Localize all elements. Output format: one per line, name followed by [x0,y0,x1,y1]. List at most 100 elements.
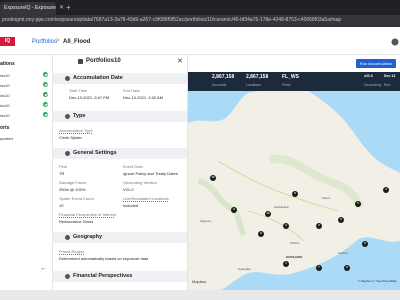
financial-perspective-value: Reinsurance Gross [59,219,94,224]
peril-value: TR [59,171,65,176]
map-pin[interactable]: 9 [258,231,264,237]
stat-label: Perils [282,83,291,87]
damage-factor-label: Damage Factor [59,180,87,185]
detail-header: Portfolios10 ✕ [53,55,187,69]
stat-value: v21.0 [364,74,373,78]
section-general-settings[interactable]: General Settings [53,148,187,159]
check-icon [43,112,48,117]
stat-label: Run [384,83,391,87]
list-item[interactable]: ios10 [0,93,10,98]
section-label: Type [73,113,86,119]
globe-icon [65,235,70,240]
settings-icon [65,151,70,156]
stat-value: Dec 13 [384,74,396,78]
app-window: ExposureIQ - ExposureIQ ✕ + prodmgmt.rin… [0,0,400,290]
url-text[interactable]: prodmgmt.riny-ppe.com/exposureiq/data/76… [2,17,341,23]
section-type[interactable]: Type [53,111,187,122]
stat-label: Locations [246,83,261,87]
stat-label: Geocoding [364,83,381,87]
live-locations-value: Included [123,203,139,208]
map-pin[interactable]: 10 [210,175,216,181]
run-accumulation-button[interactable]: Run Accumulation [356,59,396,68]
map-pin[interactable]: 4 [383,187,389,193]
collapse-arrow-icon[interactable]: ← [40,265,47,272]
map-attribution[interactable]: © Mapbox © OpenStreetMap [358,279,397,283]
map-pin[interactable]: 1 [283,261,289,267]
spider-count-label: Spider Event Count [59,196,94,201]
imported-item[interactable]: rported [0,136,13,141]
breadcrumb-current: All_Flood [63,39,91,45]
check-icon [43,92,48,97]
stat-label: Accounts [212,83,227,87]
damage-factor-value: 250m @ 100% [59,187,86,192]
main-area: Run Accumulation 2,867,158 Accounts 2,86… [188,55,400,290]
place-label: HOKKAIDO [286,255,303,259]
address-bar[interactable]: prodmgmt.riny-ppe.com/exposureiq/data/76… [0,15,400,27]
accumulation-detail-panel: Portfolios10 ✕ Accumulation Date Start T… [53,55,188,290]
user-menu-icon[interactable] [390,38,400,46]
list-item[interactable]: ios10 [0,113,10,118]
left-panel-title: ations [0,61,15,67]
app-logo[interactable]: IQ [0,37,15,46]
map-pin[interactable]: 5 [355,201,361,207]
spider-count-value: 10 [59,203,64,208]
financial-perspective-label: Financial Perspective of Interest [59,212,116,217]
peril-label: Peril [59,164,68,169]
map-pin[interactable]: 2 [316,223,322,229]
place-label: Kushiro [338,251,349,255]
section-geography[interactable]: Geography [53,232,187,243]
new-tab-icon[interactable]: + [66,3,71,12]
check-icon [43,82,48,87]
list-item[interactable]: ios10 [0,103,10,108]
accumulation-type-value: Circle Spider [59,135,82,140]
event-date-value: Ignore Policy and Treaty Dates [123,171,178,176]
section-label: Financial Perspectives [73,273,133,279]
place-label: Obihiro [290,241,300,245]
breadcrumb-separator: > [56,38,60,44]
accumulation-type-label: Accumulation Type [59,128,93,133]
reports-heading[interactable]: orts [0,125,9,131]
calendar-icon [65,76,70,81]
mapbox-logo[interactable]: Mapbox [192,279,206,284]
list-item[interactable]: ios10 [0,73,10,78]
start-time-label: Start Time [69,88,88,93]
map-pin[interactable]: 6 [338,217,344,223]
portfolio-icon [78,59,83,64]
map-pin[interactable]: 9 [344,265,350,271]
priced-region-label: Priced Region [59,249,85,254]
map-pin[interactable]: 9 [231,207,237,213]
section-label: General Settings [73,150,117,156]
list-item[interactable]: ios10 [0,83,10,88]
end-date-value: Dec-14-2021, 4:32 AM [123,95,164,100]
event-date-label: Event Date [123,164,143,169]
app-header: IQ Portfolios > All_Flood [0,27,400,55]
place-label: Sapporo [200,219,212,223]
stat-value: 2,867,158 [246,74,269,80]
geocoding-version-label: Geocoding Version [123,180,157,185]
check-icon [43,102,48,107]
browser-tabbar: ExposureIQ - ExposureIQ ✕ + [0,0,400,15]
stats-bar: 2,867,158 Accounts 2,867,158 Locations F… [188,72,400,91]
map-pin[interactable]: 8 [292,191,298,197]
close-icon[interactable]: ✕ [177,57,183,65]
start-time-value: Dec-13-2021, 6:47 PM [69,95,110,100]
type-icon [65,114,70,119]
geocoding-version-value: V21.0 [123,187,134,192]
detail-title: Portfolios10 [86,58,121,64]
stat-value: 2,867,158 [212,74,235,80]
breadcrumb-portfolios[interactable]: Portfolios [32,39,57,45]
map-pin[interactable]: 6 [362,241,368,247]
end-date-label: End Date [123,88,140,93]
section-accumulation-date[interactable]: Accumulation Date [53,73,187,84]
left-panel: ations ios10 ios10 ios10 ios10 ios10 ort… [0,55,53,290]
browser-tab[interactable]: ExposureIQ - ExposureIQ [0,2,56,15]
place-label: Asahikawa [274,205,289,209]
place-label: Hakodate [238,267,251,271]
place-label: Kitami [322,196,331,200]
section-financial-perspectives[interactable]: Financial Perspectives [53,271,187,282]
map-pin[interactable]: 3 [283,223,289,229]
map-view[interactable]: Asahikawa Sapporo Kitami Obihiro Kushiro… [188,91,400,290]
tab-close-icon[interactable]: ✕ [59,4,64,11]
map-pin[interactable]: 10 [265,211,271,217]
map-pin[interactable]: 7 [316,265,322,271]
